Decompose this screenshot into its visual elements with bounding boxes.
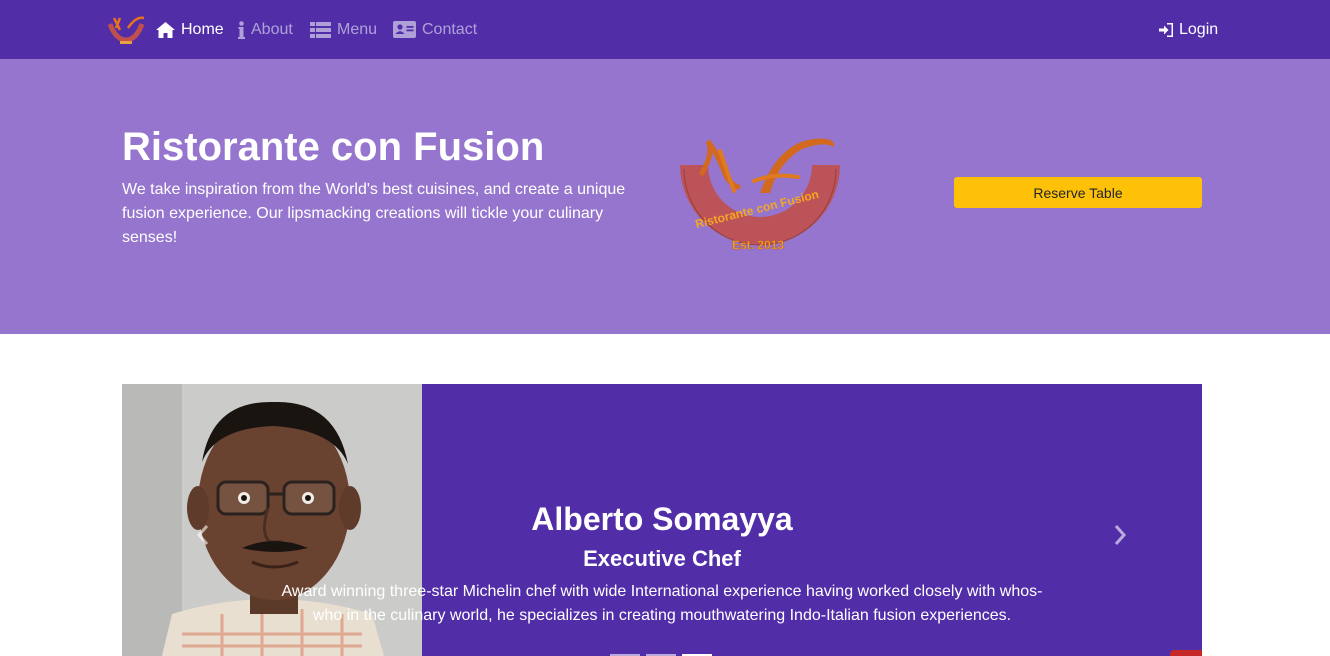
list-icon xyxy=(310,21,331,38)
carousel-prev-control[interactable] xyxy=(188,520,218,550)
reserve-table-button[interactable]: Reserve Table xyxy=(954,177,1202,208)
info-icon xyxy=(238,20,245,39)
address-card-icon xyxy=(393,21,416,38)
nav-home-label: Home xyxy=(181,20,224,38)
nav-contact-label: Contact xyxy=(422,20,478,38)
restaurant-logo: Ristorante con Fusion Est. 2013 xyxy=(680,138,840,252)
nav-home-link[interactable]: Home xyxy=(156,0,224,59)
navbar: Home About Menu Contact Login xyxy=(0,0,1330,59)
slide-role: Executive Chef xyxy=(583,546,741,571)
chevron-left-icon xyxy=(196,525,209,545)
brand-logo-icon[interactable] xyxy=(106,14,146,46)
nav-contact-link[interactable]: Contact xyxy=(393,0,477,59)
chevron-right-icon xyxy=(1114,525,1127,545)
login-label: Login xyxy=(1179,20,1219,38)
leader-carousel: Alberto Somayya Executive Chef Award win… xyxy=(122,384,1202,656)
login-link[interactable]: Login xyxy=(1159,0,1218,59)
logo-est: Est. 2013 xyxy=(732,238,784,252)
nav-menu-link[interactable]: Menu xyxy=(310,0,377,59)
nav-menu-label: Menu xyxy=(337,20,378,38)
hero-title: Ristorante con Fusion xyxy=(122,125,545,169)
slide-description: Award winning three-star Michelin chef w… xyxy=(281,583,1043,624)
sign-in-icon xyxy=(1159,22,1173,37)
carousel-next-control[interactable] xyxy=(1105,520,1135,550)
nav-about-link[interactable]: About xyxy=(238,0,293,59)
slide-name: Alberto Somayya xyxy=(531,501,793,537)
home-icon xyxy=(156,21,175,38)
hero-description: We take inspiration from the World's bes… xyxy=(122,181,626,246)
carousel-pause-button[interactable] xyxy=(1170,650,1202,656)
nav-about-label: About xyxy=(251,20,293,38)
